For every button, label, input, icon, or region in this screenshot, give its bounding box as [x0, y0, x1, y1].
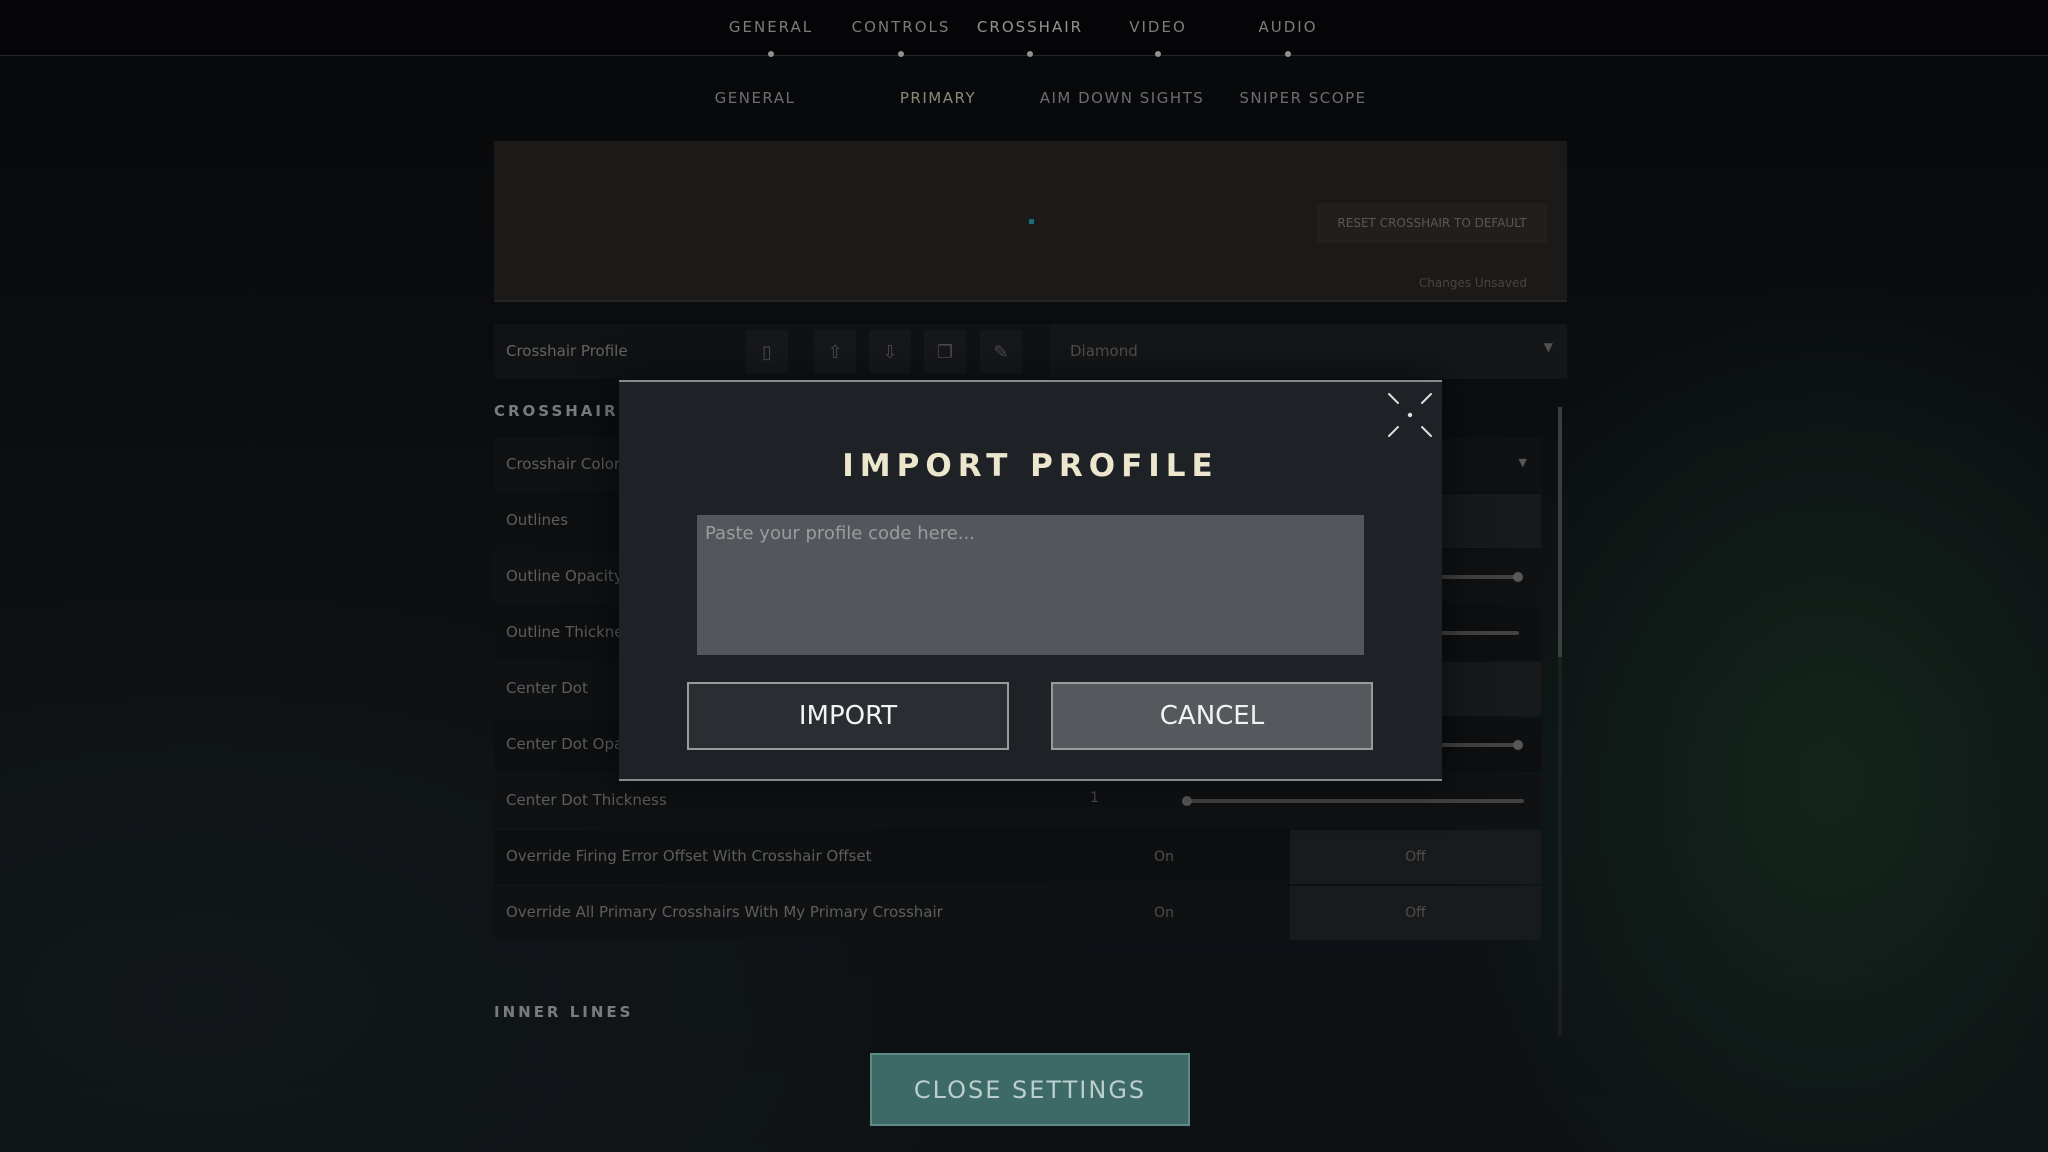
import-profile-dialog: IMPORT PROFILE IMPORT CANCEL: [619, 380, 1442, 781]
import-button[interactable]: IMPORT: [687, 682, 1009, 750]
profile-code-input[interactable]: [697, 515, 1364, 655]
close-icon[interactable]: [1385, 390, 1435, 440]
cancel-button[interactable]: CANCEL: [1051, 682, 1373, 750]
close-settings-button[interactable]: CLOSE SETTINGS: [870, 1053, 1190, 1126]
dialog-title: IMPORT PROFILE: [842, 448, 1219, 484]
